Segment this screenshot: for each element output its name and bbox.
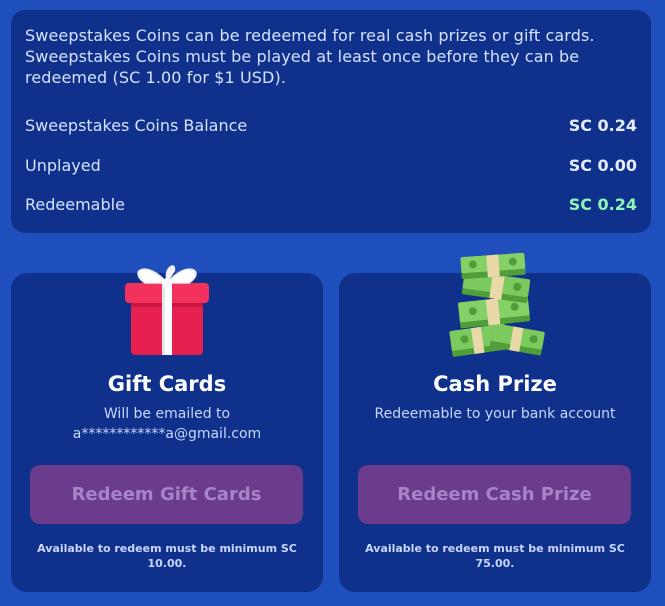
redeem-gift-cards-button[interactable]: Redeem Gift Cards — [30, 465, 303, 524]
redeemable-value: SC 0.24 — [568, 195, 637, 214]
balance-label: Sweepstakes Coins Balance — [25, 116, 248, 135]
gift-box-icon — [125, 265, 209, 355]
money-stack-icon — [449, 252, 545, 357]
gift-cards-subtitle-line1: Will be emailed to — [103, 406, 231, 422]
cash-prize-subtitle-line1: Redeemable to your bank account — [374, 406, 616, 422]
cash-prize-subtitle: Redeemable to your bank account — [349, 404, 641, 424]
redeemable-label: Redeemable — [25, 195, 125, 214]
cash-prize-minimum-note: Available to redeem must be minimum SC 7… — [365, 542, 625, 570]
gift-cards-minimum-note: Available to redeem must be minimum SC 1… — [37, 542, 297, 570]
gift-cards-card: Gift Cards Will be emailed to a*********… — [11, 265, 323, 592]
balance-row: Sweepstakes Coins Balance SC 0.24 — [25, 116, 637, 135]
redeem-description: Sweepstakes Coins can be redeemed for re… — [25, 26, 595, 87]
balance-value: SC 0.24 — [568, 116, 637, 135]
cash-prize-card: Cash Prize Redeemable to your bank accou… — [339, 252, 651, 592]
cash-prize-title: Cash Prize — [433, 372, 557, 396]
unplayed-row: Unplayed SC 0.00 — [25, 156, 637, 175]
masked-email: a************a@gmail.com — [72, 426, 262, 442]
gift-cards-title: Gift Cards — [107, 372, 227, 396]
redeem-cash-prize-button[interactable]: Redeem Cash Prize — [358, 465, 631, 524]
unplayed-label: Unplayed — [25, 156, 101, 175]
gift-cards-subtitle: Will be emailed to a************a@gmail.… — [21, 404, 313, 444]
redeemable-row: Redeemable SC 0.24 — [25, 195, 637, 214]
unplayed-value: SC 0.00 — [568, 156, 637, 175]
balance-info-panel: Sweepstakes Coins can be redeemed for re… — [11, 10, 651, 233]
